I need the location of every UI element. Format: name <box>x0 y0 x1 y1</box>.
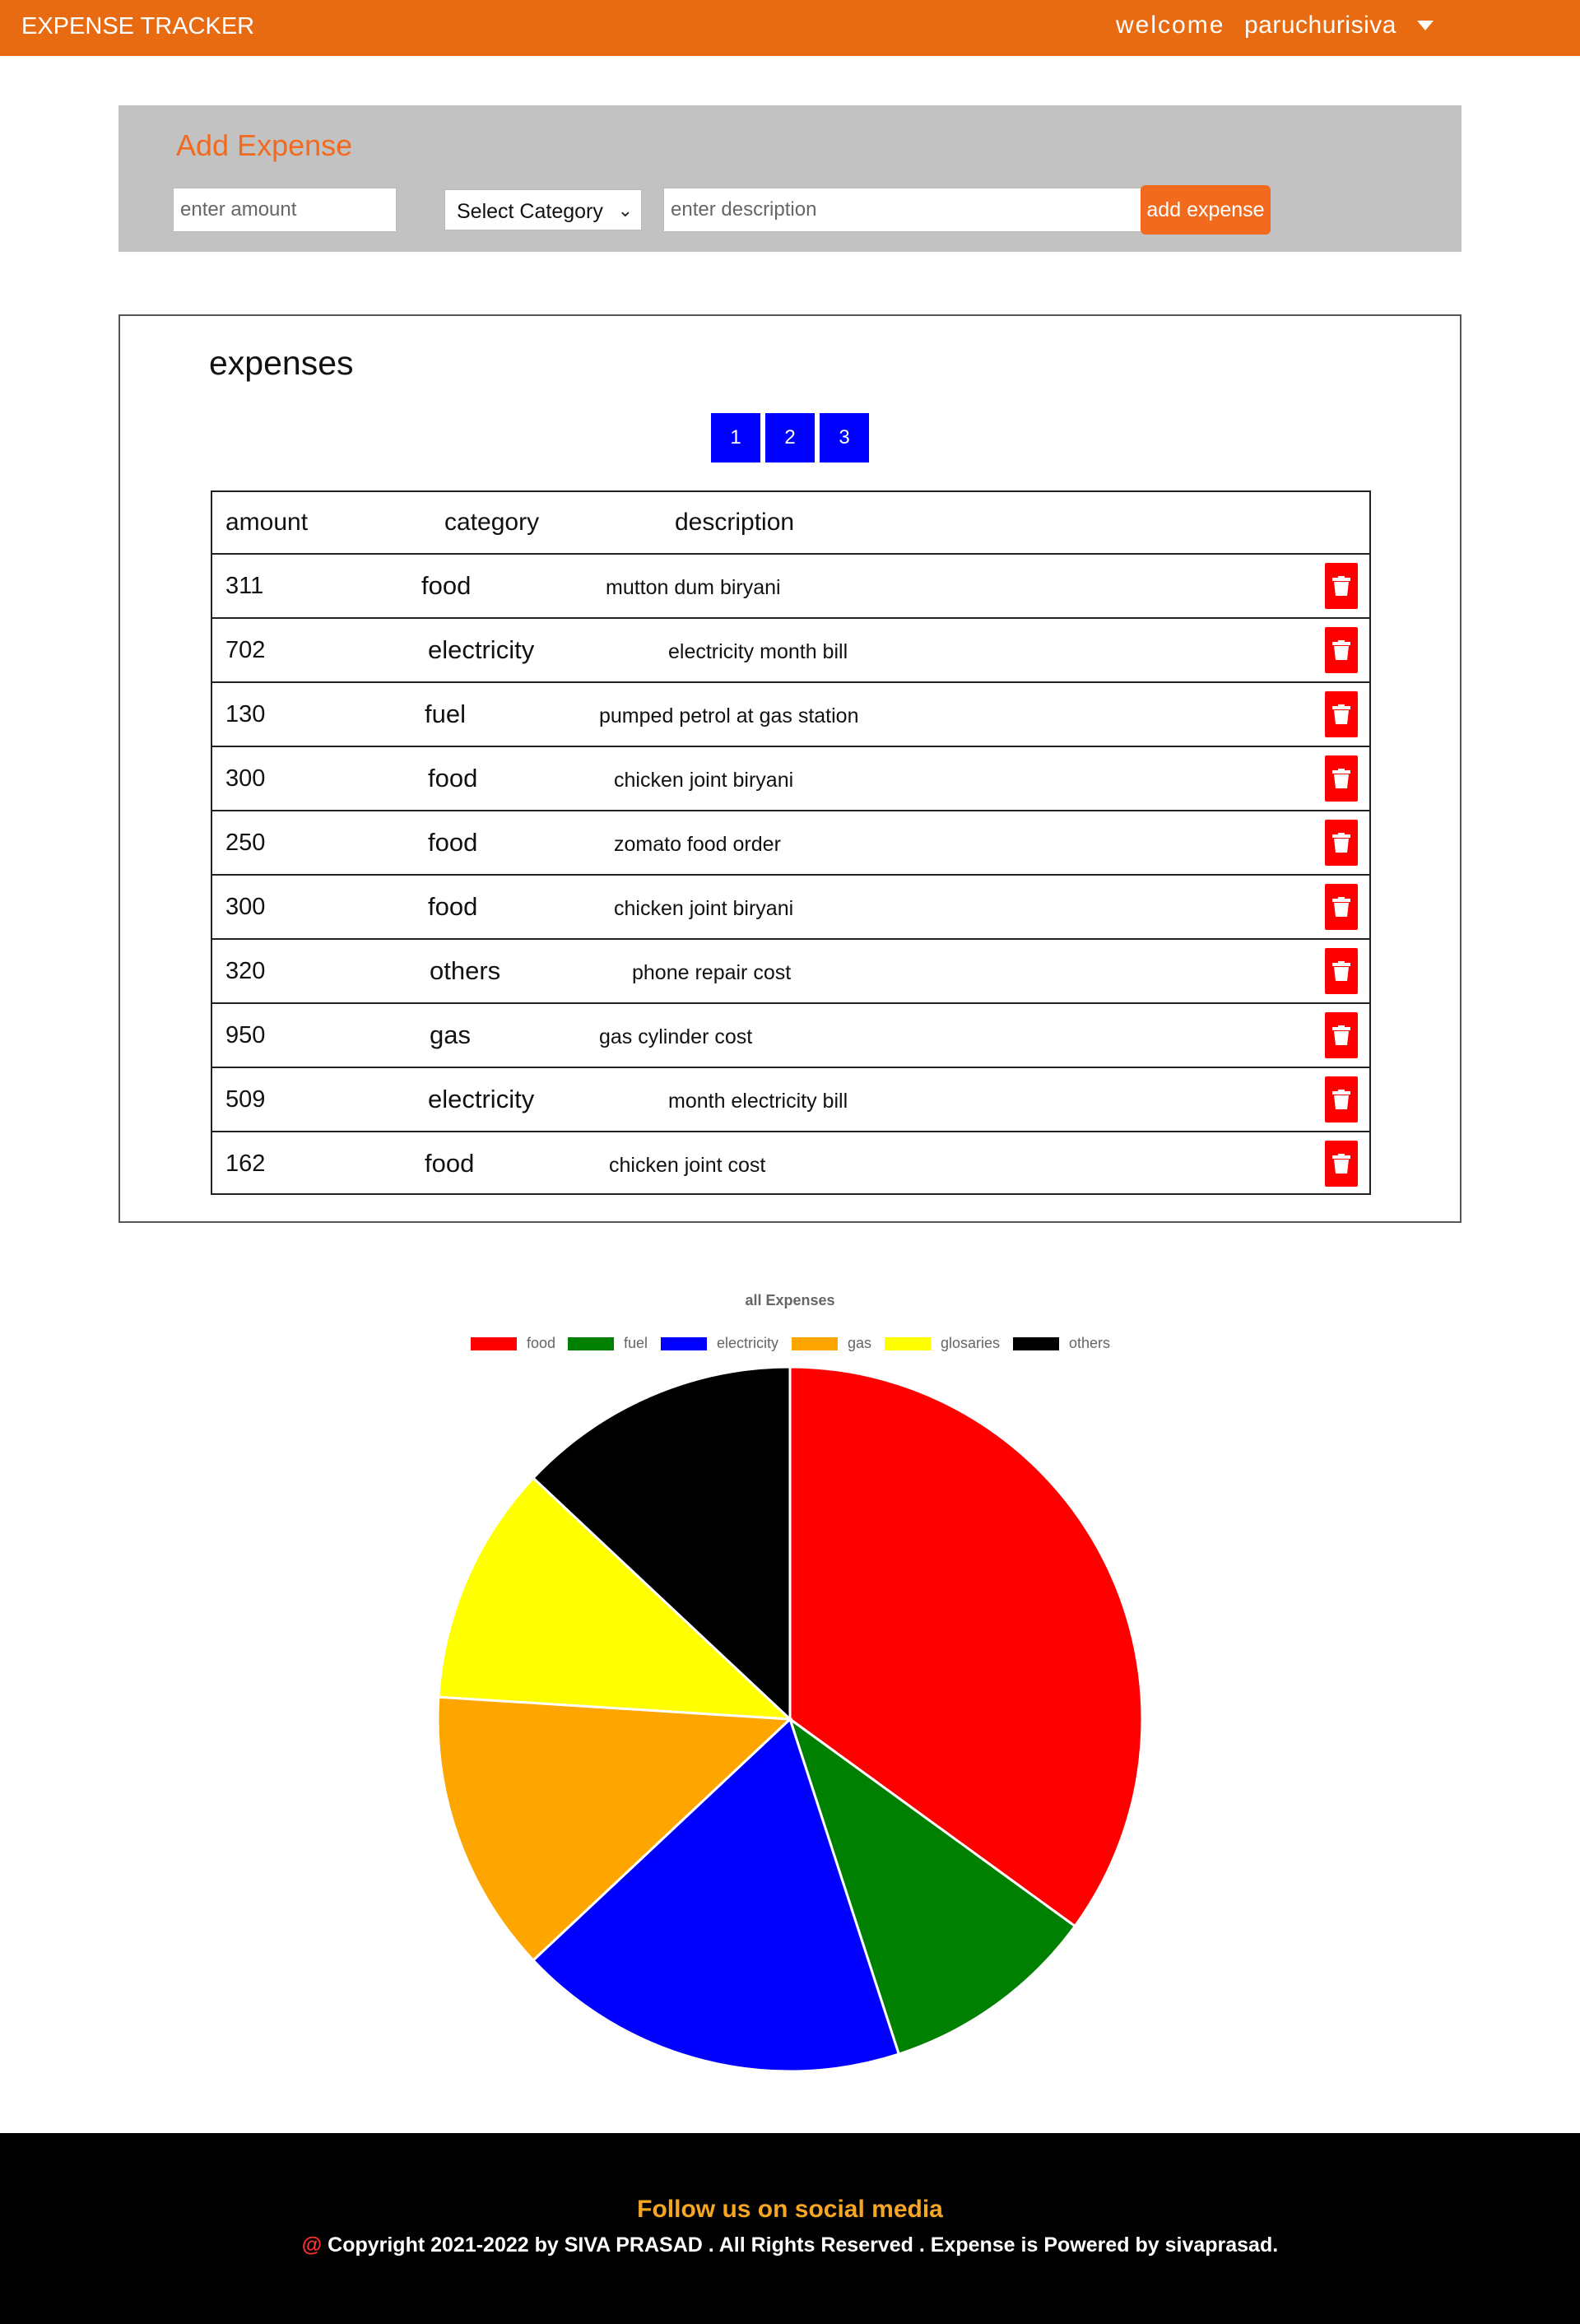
expenses-pie-chart <box>436 1365 1144 2073</box>
copyright-text: @ Copyright 2021-2022 by SIVA PRASAD . A… <box>0 2233 1580 2257</box>
at-symbol: @ <box>301 2233 323 2257</box>
copyright-label: Copyright 2021-2022 by SIVA PRASAD . All… <box>322 2233 1279 2257</box>
footer: Follow us on social media @ Copyright 20… <box>0 2133 1580 2324</box>
follow-social-text[interactable]: Follow us on social media <box>0 2196 1580 2224</box>
